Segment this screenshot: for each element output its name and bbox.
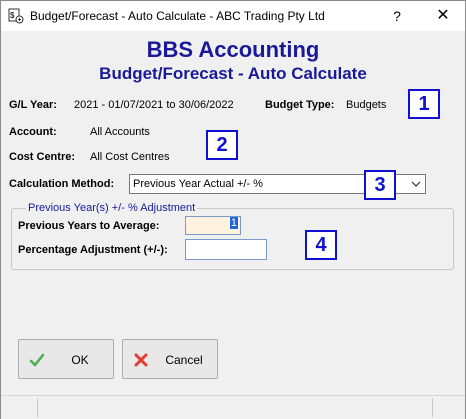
callout-2: 2 bbox=[206, 130, 238, 160]
gl-year-label: G/L Year: bbox=[9, 99, 57, 111]
callout-1: 1 bbox=[408, 89, 440, 119]
ok-button[interactable]: OK bbox=[18, 339, 114, 379]
dialog-window: $ Budget/Forecast - Auto Calculate - ABC… bbox=[0, 0, 466, 419]
account-label: Account: bbox=[9, 126, 57, 138]
percentage-adjustment-input[interactable] bbox=[185, 239, 267, 260]
chevron-down-icon[interactable] bbox=[407, 175, 425, 193]
cross-icon bbox=[134, 353, 148, 367]
app-icon: $ bbox=[8, 8, 24, 24]
previous-years-input[interactable]: 1 bbox=[185, 216, 241, 235]
checkmark-icon bbox=[29, 353, 45, 367]
page-subtitle: Budget/Forecast - Auto Calculate bbox=[99, 64, 367, 83]
svg-text:$: $ bbox=[10, 11, 15, 20]
percentage-adjustment-label: Percentage Adjustment (+/-): bbox=[18, 244, 168, 256]
gl-year-value: 2021 - 01/07/2021 to 30/06/2022 bbox=[74, 99, 234, 111]
cost-centre-value: All Cost Centres bbox=[90, 151, 170, 163]
callout-4: 4 bbox=[305, 230, 337, 260]
cancel-button-label: Cancel bbox=[165, 353, 203, 367]
calculation-method-value: Previous Year Actual +/- % bbox=[133, 178, 263, 190]
cost-centre-label: Cost Centre: bbox=[9, 151, 76, 163]
status-pane bbox=[37, 398, 433, 417]
window-title: Budget/Forecast - Auto Calculate - ABC T… bbox=[30, 9, 325, 23]
previous-years-value: 1 bbox=[229, 217, 238, 229]
calculation-method-label: Calculation Method: bbox=[9, 178, 115, 190]
budget-type-label: Budget Type: bbox=[265, 99, 335, 111]
status-bar bbox=[1, 395, 465, 419]
ok-button-label: OK bbox=[71, 353, 89, 367]
account-value: All Accounts bbox=[90, 126, 150, 138]
callout-3: 3 bbox=[364, 170, 396, 200]
cancel-button[interactable]: Cancel bbox=[122, 339, 218, 379]
budget-type-value: Budgets bbox=[346, 99, 387, 111]
help-button[interactable]: ? bbox=[379, 1, 415, 31]
app-name-heading: BBS Accounting bbox=[146, 37, 320, 62]
groupbox-legend: Previous Year(s) +/- % Adjustment bbox=[26, 202, 198, 214]
close-button[interactable]: ✕ bbox=[421, 1, 465, 31]
previous-years-label: Previous Years to Average: bbox=[18, 220, 160, 232]
title-bar: $ Budget/Forecast - Auto Calculate - ABC… bbox=[1, 1, 465, 31]
